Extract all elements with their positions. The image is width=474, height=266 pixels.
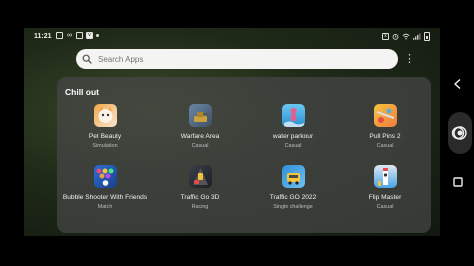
no-sim-icon: x [382,33,389,40]
status-time: 11:21 [34,33,52,40]
system-status-icons: x [382,32,430,41]
traffic-go-3d-icon [188,165,212,188]
phone-screen: 11:21 ∞ v x ⋮ Chill out Pet B [24,28,440,236]
bubble-shooter-icon [93,165,117,188]
search-input[interactable] [98,54,378,64]
app-genre: Simulation [92,143,118,149]
app-name: Warfare Area [180,133,220,140]
pet-beauty-icon [93,104,117,127]
app-name: Pet Beauty [88,133,122,140]
app-warfare-area[interactable]: Warfare Area Casual [155,104,245,149]
app-genre: Casual [376,143,394,149]
flip-master-icon [373,165,397,188]
app-pet-beauty[interactable]: Pet Beauty Simulation [60,104,150,149]
app-name: Traffic GO 2022 [269,194,317,201]
app-name: Pull Pins 2 [369,133,401,140]
water-parkour-icon [281,104,305,127]
infinity-icon: ∞ [67,32,72,39]
recents-icon[interactable] [452,176,464,188]
app-folder: Chill out Pet Beauty Simulation Warfare … [57,77,431,233]
clipboard-icon [76,32,83,39]
more-options-icon[interactable]: ⋮ [404,52,415,66]
app-genre: Casual [191,143,209,149]
folder-title: Chill out [65,87,99,97]
traffic-go-2022-icon [281,165,305,188]
app-name: water parkour [272,133,314,140]
navigation-bar [440,0,474,266]
signal-icon [413,33,421,40]
alarm-icon [392,33,399,40]
pull-pins-icon [373,104,397,127]
app-genre: Casual [284,143,302,149]
app-genre: Casual [376,204,394,210]
app-traffic-go-3d[interactable]: Traffic Go 3D Racing [155,165,245,210]
status-bar: 11:21 ∞ v x [24,28,440,46]
notification-icons: ∞ v [56,32,99,39]
app-name: Bubble Shooter With Friends [62,194,148,201]
app-name: Flip Master [368,194,402,201]
app-name: Traffic Go 3D [180,194,220,201]
v-app-icon: v [86,32,93,39]
app-genre: Racing [191,204,209,210]
home-icon[interactable] [451,126,465,140]
wifi-icon [402,33,410,40]
app-bubble-shooter[interactable]: Bubble Shooter With Friends Match [60,165,150,210]
app-traffic-go-2022[interactable]: Traffic GO 2022 Single challenge [248,165,338,210]
dot-icon [96,34,99,37]
app-genre: Single challenge [273,204,313,210]
app-water-parkour[interactable]: water parkour Casual [248,104,338,149]
app-flip-master[interactable]: Flip Master Casual [340,165,430,210]
search-bar[interactable] [76,49,398,69]
battery-icon [424,32,430,41]
search-icon [82,54,92,64]
messenger-icon [56,32,63,39]
app-pull-pins-2[interactable]: Pull Pins 2 Casual [340,104,430,149]
app-genre: Match [97,204,113,210]
back-icon[interactable] [452,78,464,90]
warfare-area-icon [188,104,212,127]
